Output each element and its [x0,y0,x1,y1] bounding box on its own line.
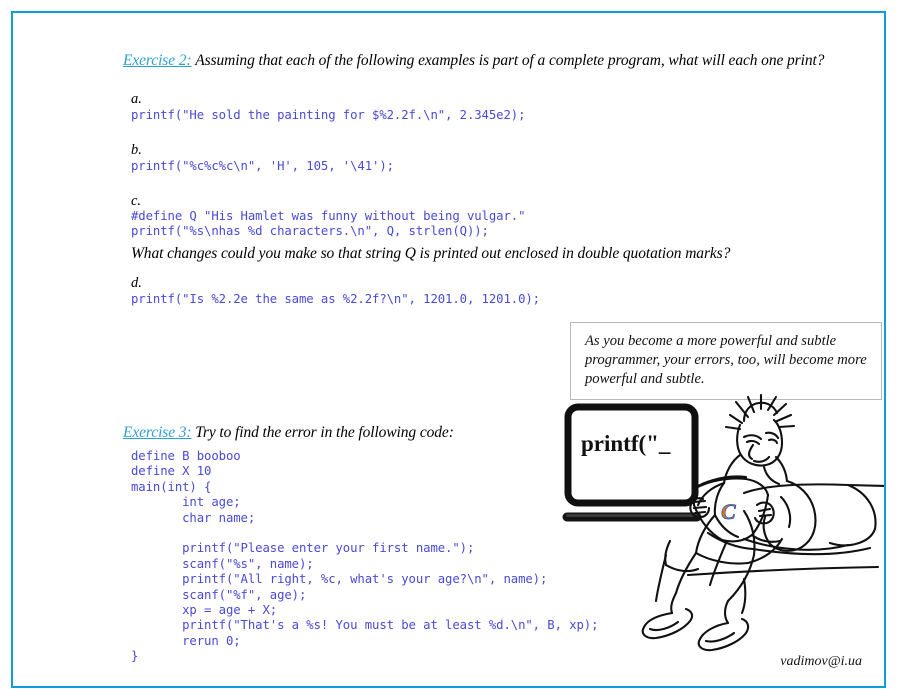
item-d-letter: d. [131,275,142,291]
item-c-letter: c. [131,193,142,209]
item-d-code: printf("Is %2.2e the same as %2.2f?\n", … [131,292,540,306]
footer-email: vadimov@i.ua [780,654,862,669]
quote-box: As you become a more powerful and subtle… [570,322,882,400]
item-a-code: printf("He sold the painting for $%2.2f.… [131,108,526,122]
exercise3-heading: Exercise 3: Try to find the error in the… [123,424,454,442]
exercise2-followup-question: What changes could you make so that stri… [131,245,731,262]
laptop-icon [562,403,702,522]
exercise3-prompt: Try to find the error in the following c… [195,424,454,441]
exercise3-label: Exercise 3: [123,424,192,441]
slide-content: Exercise 2: Assuming that each of the fo… [13,13,884,686]
item-a-letter: a. [131,91,142,107]
book-letter-c: C [721,499,736,524]
illustration-laptop-and-reader: printf("_ C [548,393,884,658]
item-b-letter: b. [131,142,142,158]
exercise3-code: define B booboo define X 10 main(int) { … [131,449,599,664]
item-b-code: printf("%c%c%c\n", 'H', 105, '\41'); [131,159,394,173]
slide-frame: Exercise 2: Assuming that each of the fo… [11,11,886,688]
exercise2-heading: Exercise 2: Assuming that each of the fo… [123,52,824,70]
item-c-code: #define Q "His Hamlet was funny without … [131,209,526,239]
laptop-screen-text: printf("_ [581,431,671,456]
exercise2-prompt: Assuming that each of the following exam… [195,52,825,69]
illustration-svg: printf("_ C [562,393,884,652]
exercise2-label: Exercise 2: [123,52,192,69]
quote-text: As you become a more powerful and subtle… [585,333,867,387]
